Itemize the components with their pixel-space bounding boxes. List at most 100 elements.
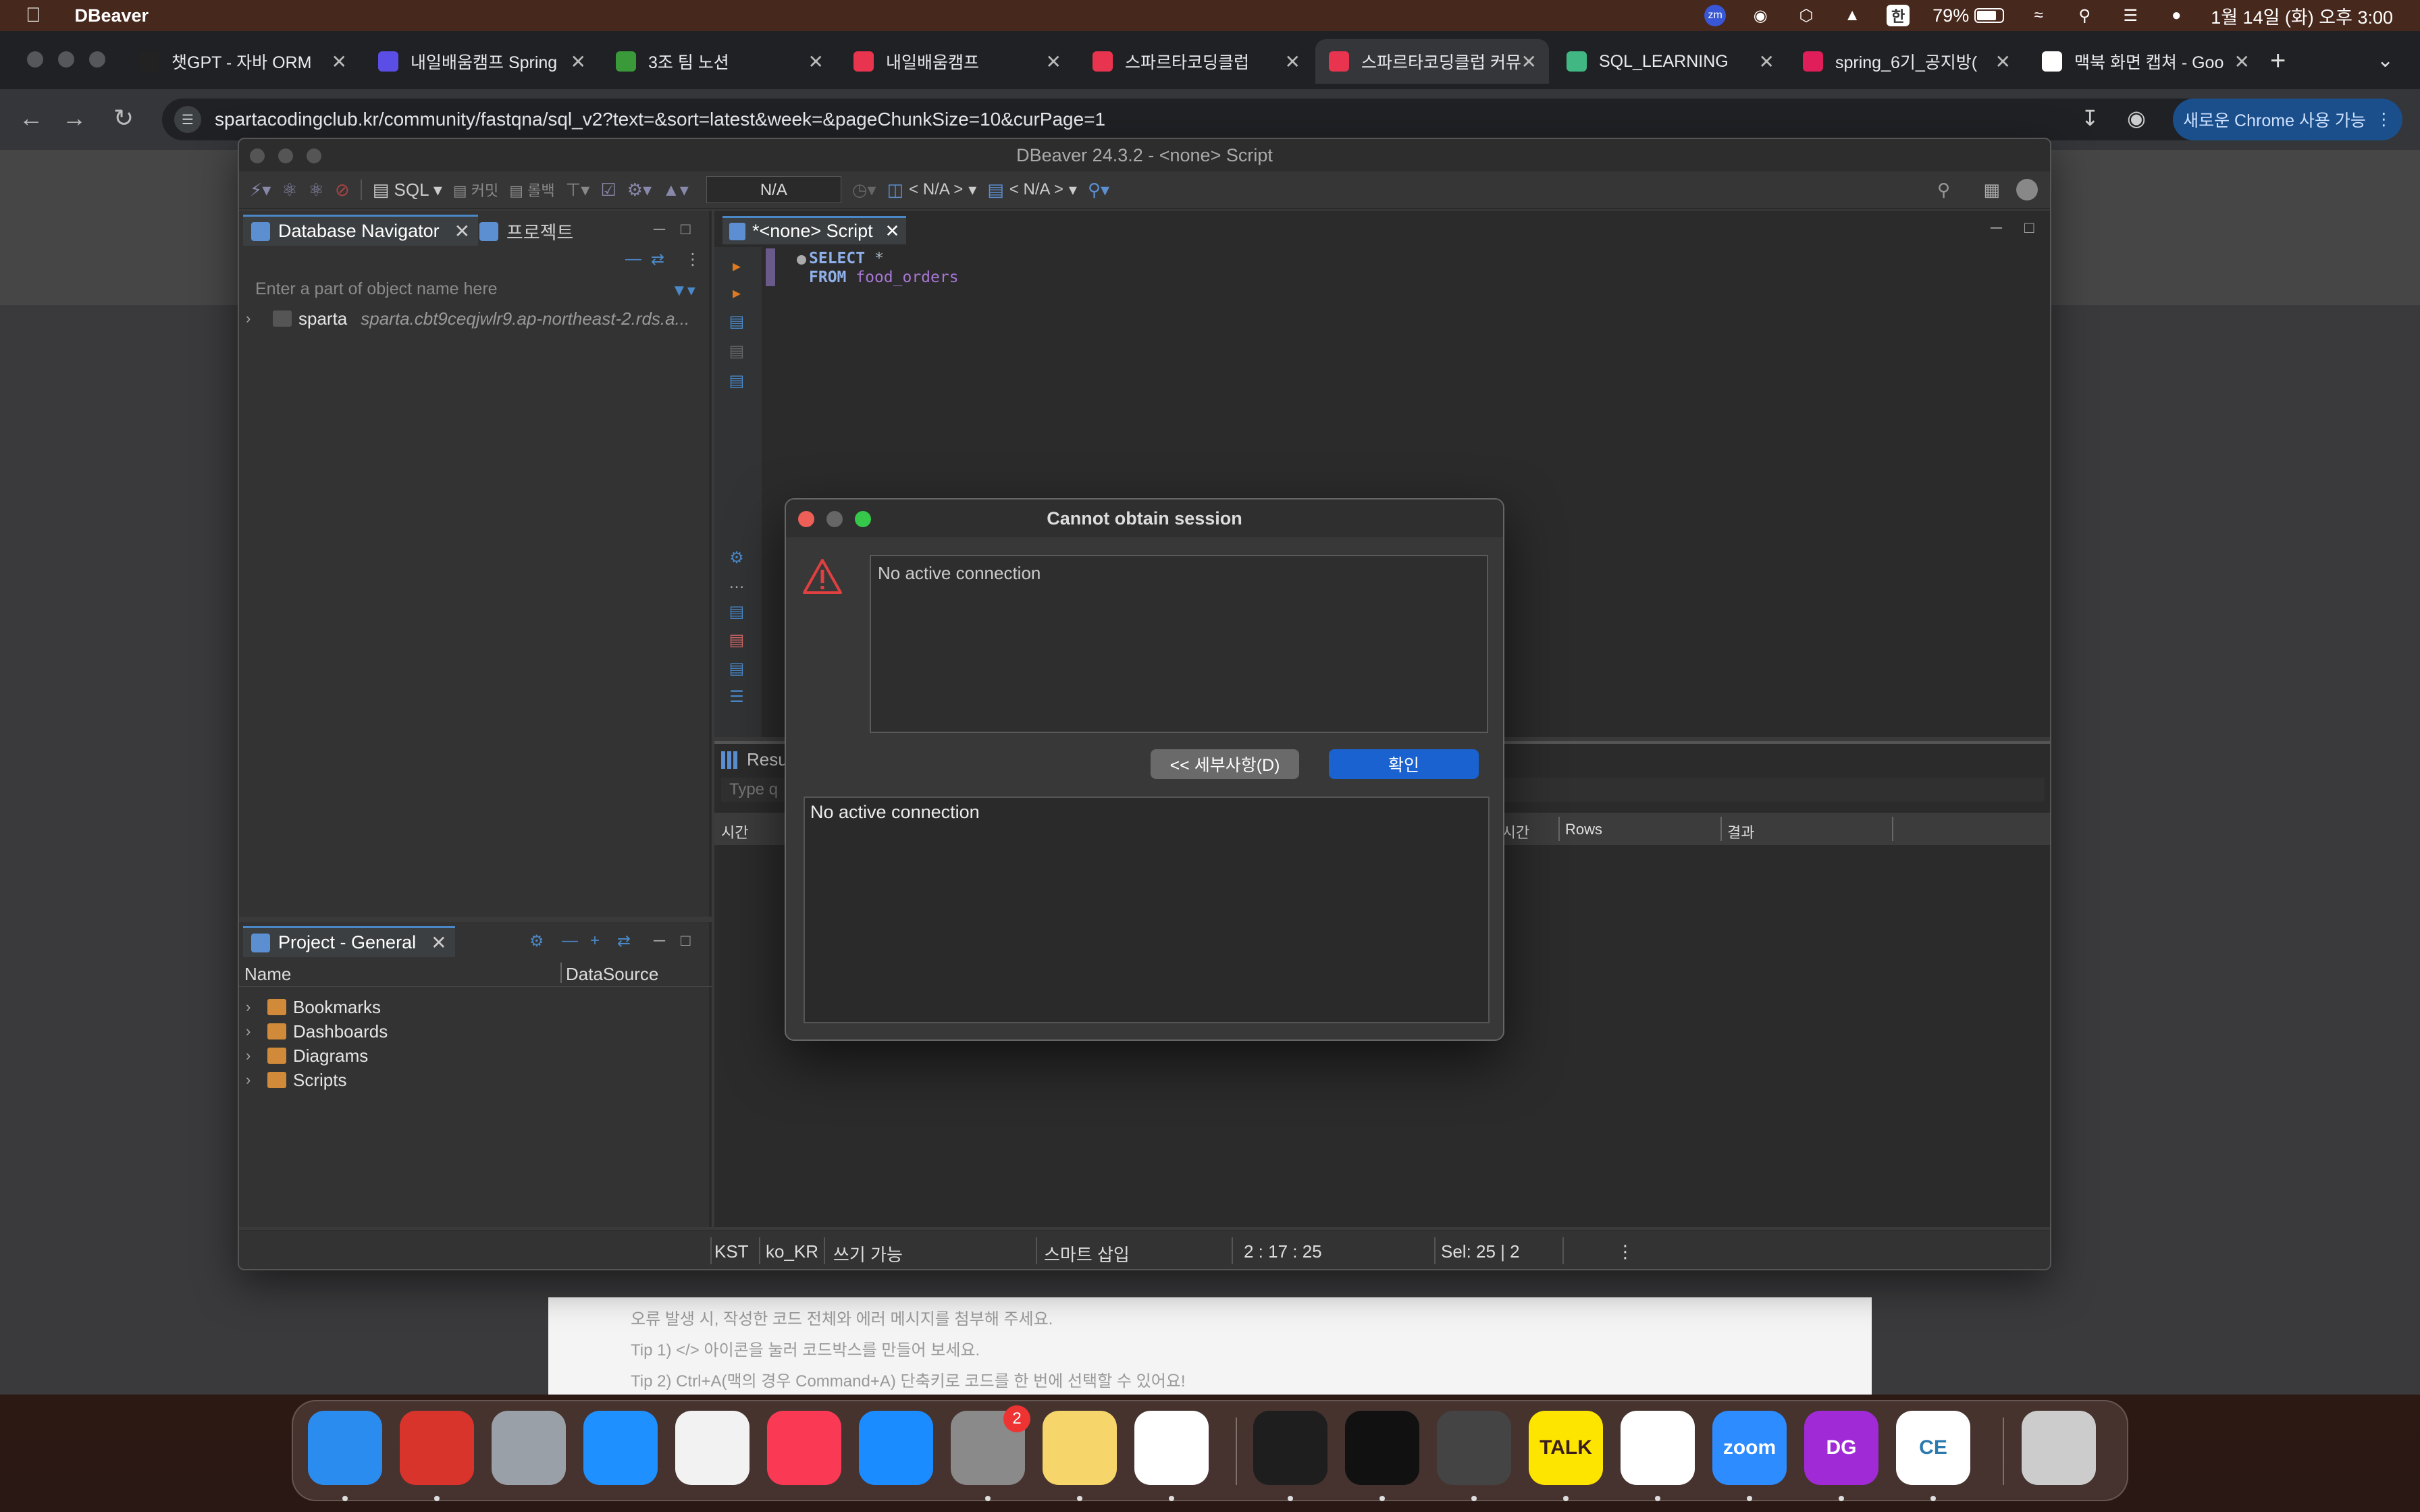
minimize-panel-icon[interactable]: ─ [1991,219,2002,238]
close-tab-icon[interactable]: ✕ [1521,51,1537,73]
project-item-diagrams[interactable]: › Diagrams [246,1044,368,1068]
zoom-status-icon[interactable]: zm [1704,5,1727,26]
lock-icon[interactable]: ☑ [600,180,616,200]
control-center-icon[interactable]: ☰ [2119,5,2142,26]
browser-tab[interactable]: 3조 팀 노션 ✕ [602,39,836,84]
close-tab-icon[interactable]: ✕ [1995,51,2011,73]
download-icon[interactable]: ↧ [2081,105,2099,131]
settings-icon[interactable]: ⚙ [529,932,544,951]
back-arrow-icon[interactable]: ← [19,104,43,132]
dock-notes-icon[interactable] [1043,1411,1117,1485]
new-tab-button[interactable]: + [2270,46,2286,76]
column-result[interactable]: 결과 [1727,821,1754,842]
settings-icon[interactable]: ⚙ [727,548,747,567]
dock-finder-icon[interactable] [308,1411,382,1485]
browser-tab[interactable]: 스파르타코딩클럽 ✕ [1079,39,1313,84]
add-icon[interactable]: + [590,932,600,950]
dock-unity-icon[interactable] [1437,1411,1511,1485]
browser-tab[interactable]: 맥북 화면 캡쳐 - Goo ✕ [2028,39,2262,84]
maximize-panel-icon[interactable]: □ [2024,219,2034,238]
dock-freeform-icon[interactable] [675,1411,749,1485]
close-icon[interactable]: ✕ [454,220,470,242]
site-info-icon[interactable]: ☰ [174,106,201,133]
tab-projects[interactable]: 프로젝트 [471,215,581,246]
open-script-icon[interactable]: ▤ [727,630,747,649]
project-item-bookmarks[interactable]: › Bookmarks [246,995,381,1019]
column-datasource[interactable]: DataSource [566,964,658,985]
close-tab-icon[interactable]: ✕ [808,51,824,73]
connect-icon[interactable]: ⚡▾ [250,180,271,200]
code-line-2[interactable]: FROM food_orders [809,269,959,286]
outline-icon[interactable]: ☰ [727,687,747,706]
link-editor-icon[interactable]: ⇄ [617,932,631,951]
commit-button[interactable]: ▤ 커밋 [453,179,498,200]
rollback-button[interactable]: ▤ 롤백 [509,179,554,200]
chrome-update-button[interactable]: 새로운 Chrome 사용 가능 ⋮ [2173,99,2402,140]
address-bar[interactable]: ☰ spartacodingclub.kr/community/fastqna/… [162,99,2323,140]
url-text[interactable]: spartacodingclub.kr/community/fastqna/sq… [215,109,1105,130]
close-tab-icon[interactable]: ✕ [2234,51,2250,73]
tab-project-general[interactable]: Project - General ✕ [243,926,455,957]
dock-dbeaver-ce-icon[interactable]: CE [1896,1411,1970,1485]
link-editor-icon[interactable]: ⇄ [651,250,664,269]
close-window-button[interactable] [27,51,43,68]
close-window-button[interactable] [250,148,265,163]
save-script-icon[interactable]: ▤ [727,659,747,678]
dock-vscode-icon[interactable] [1621,1411,1695,1485]
sql-editor-button[interactable]: ▤ SQL ▾ [373,180,442,200]
zoom-window-button[interactable] [307,148,321,163]
global-search-icon[interactable]: ⚲ [1937,180,1950,200]
new-script-icon[interactable]: ▤ [727,602,747,621]
ok-button[interactable]: 확인 [1329,749,1479,779]
explain-plan-icon[interactable]: ▤ [727,371,747,390]
search-icon[interactable]: ⚲▾ [1088,180,1109,200]
dock-datagrip-icon[interactable]: DG [1804,1411,1878,1485]
schema-selector[interactable]: < N/A > [1009,180,1063,199]
dock-music-icon[interactable] [767,1411,841,1485]
reload-icon[interactable]: ↻ [113,104,134,132]
unity-status-icon[interactable]: ⬡ [1795,5,1818,26]
minimize-window-button[interactable] [278,148,293,163]
close-tab-icon[interactable]: ✕ [332,51,347,73]
chevron-right-icon[interactable]: › [246,1071,262,1089]
tab-none-script[interactable]: *<none> Script ✕ [722,216,907,244]
tab-results[interactable]: Resu [721,749,788,770]
transaction-mode-icon[interactable]: ⊤▾ [566,180,590,200]
forward-arrow-icon[interactable]: → [62,104,86,132]
more-menu-icon[interactable]: ⋮ [1616,1241,1634,1262]
execute-statement-icon[interactable]: ▸ [727,256,747,275]
maximize-panel-icon[interactable]: □ [681,220,691,239]
execute-script-icon[interactable]: ▤ [727,312,747,331]
chevron-right-icon[interactable]: › [246,1023,262,1040]
close-tab-icon[interactable]: ✕ [1759,51,1774,73]
close-tab-icon[interactable]: ✕ [571,51,586,73]
code-line-1[interactable]: SELECT * [809,250,884,267]
chevron-right-icon[interactable]: › [246,998,262,1016]
zoom-dialog-button[interactable] [855,511,871,527]
tab-search-chevron-icon[interactable]: ⌄ [2377,49,2394,72]
close-icon[interactable]: ✕ [885,221,900,242]
collapse-all-icon[interactable]: — [625,250,641,269]
filter-icon[interactable]: ▼▾ [671,281,695,300]
notification-icon[interactable]: ◉ [1749,5,1772,26]
navigator-filter-input[interactable]: Enter a part of object name here [250,275,695,302]
disconnect-icon[interactable]: ⚛ [309,180,324,200]
spotlight-search-icon[interactable]: ⚲ [2073,5,2096,26]
details-button[interactable]: << 세부사항(D) [1151,749,1299,779]
script-new-tabs-icon[interactable]: ▤ [727,342,747,360]
project-item-scripts[interactable]: › Scripts [246,1068,346,1092]
plug-icon[interactable]: ⚛ [282,180,297,200]
dock-terminal-icon[interactable] [1253,1411,1327,1485]
menubar-clock[interactable]: 1월 14일 (화) 오후 3:00 [2211,3,2393,29]
chevron-right-icon[interactable]: › [246,1047,262,1064]
dock-trash-icon[interactable] [2022,1411,2096,1485]
browser-tab[interactable]: 내일배움캠프 Spring ✕ [365,39,598,84]
dock-zoom-icon[interactable]: zoom [1712,1411,1787,1485]
more-icon[interactable]: … [727,574,747,593]
chevron-down-icon[interactable]: ▾ [1069,180,1077,200]
battery-indicator[interactable]: 79% [1932,5,2005,26]
column-name[interactable]: Name [244,964,291,985]
browser-tab[interactable]: spring_6기_공지방(✕ [1789,39,2023,84]
tools-icon[interactable]: ⚙▾ [627,180,652,200]
dock-photo-booth-icon[interactable] [400,1411,474,1485]
